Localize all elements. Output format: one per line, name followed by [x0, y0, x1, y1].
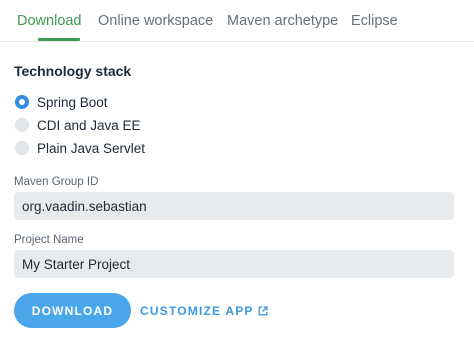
- active-tab-indicator: [38, 38, 80, 41]
- tab-eclipse[interactable]: Eclipse: [351, 13, 398, 29]
- radio-button[interactable]: [15, 118, 29, 132]
- download-button[interactable]: DOWNLOAD: [14, 293, 131, 328]
- radio-button[interactable]: [15, 141, 29, 155]
- tab-download[interactable]: Download: [17, 13, 82, 29]
- radio-option-cdi-java-ee[interactable]: CDI and Java EE: [15, 116, 141, 134]
- starter-page: Download Online workspace Maven archetyp…: [0, 0, 474, 348]
- radio-option-plain-java-servlet[interactable]: Plain Java Servlet: [15, 139, 145, 157]
- project-name-label: Project Name: [14, 234, 84, 246]
- tab-bar: Download Online workspace Maven archetyp…: [0, 0, 474, 42]
- technology-stack-title: Technology stack: [14, 63, 132, 79]
- customize-app-link[interactable]: CUSTOMIZE APP: [140, 303, 268, 319]
- maven-group-id-label: Maven Group ID: [14, 176, 99, 188]
- customize-app-label: CUSTOMIZE APP: [140, 304, 254, 318]
- radio-label: Spring Boot: [37, 94, 108, 110]
- download-button-label: DOWNLOAD: [31, 303, 114, 318]
- external-link-icon: [258, 306, 268, 316]
- radio-label: CDI and Java EE: [37, 117, 141, 133]
- maven-group-id-input[interactable]: [14, 192, 454, 220]
- tab-online-workspace[interactable]: Online workspace: [98, 13, 213, 29]
- radio-label: Plain Java Servlet: [37, 140, 146, 156]
- project-name-input[interactable]: [14, 250, 454, 278]
- radio-button-checked[interactable]: [15, 95, 29, 109]
- radio-option-spring-boot[interactable]: Spring Boot: [15, 93, 108, 111]
- tab-maven-archetype[interactable]: Maven archetype: [227, 13, 338, 29]
